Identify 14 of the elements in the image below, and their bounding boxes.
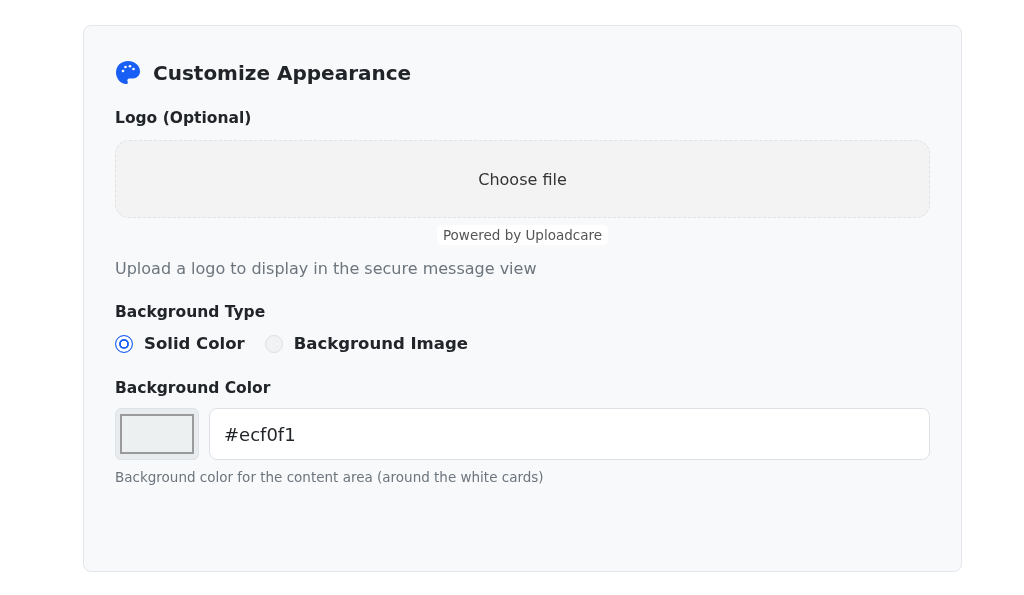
help-text: Background color for the content area (around the white cards) (115, 469, 545, 485)
color-input-field[interactable]: #ecf0f1 (209, 408, 930, 460)
choose-file-button[interactable]: Choose file (115, 140, 930, 218)
color-picker[interactable] (115, 408, 199, 460)
radio-button[interactable] (115, 334, 133, 353)
field-label: Background Color (115, 378, 272, 398)
field-label: Logo (Optional) (115, 108, 253, 128)
section-title: Customize Appearance (153, 60, 412, 86)
powered-by-label: Powered by Uploadcare (436, 225, 609, 245)
help-text: Upload a logo to display in the secure message view (115, 259, 538, 278)
field-label: Background Type (115, 302, 267, 322)
palette-icon (115, 60, 141, 86)
radio-label: Solid Color (144, 334, 245, 353)
radio-label: Background Image (293, 334, 468, 353)
